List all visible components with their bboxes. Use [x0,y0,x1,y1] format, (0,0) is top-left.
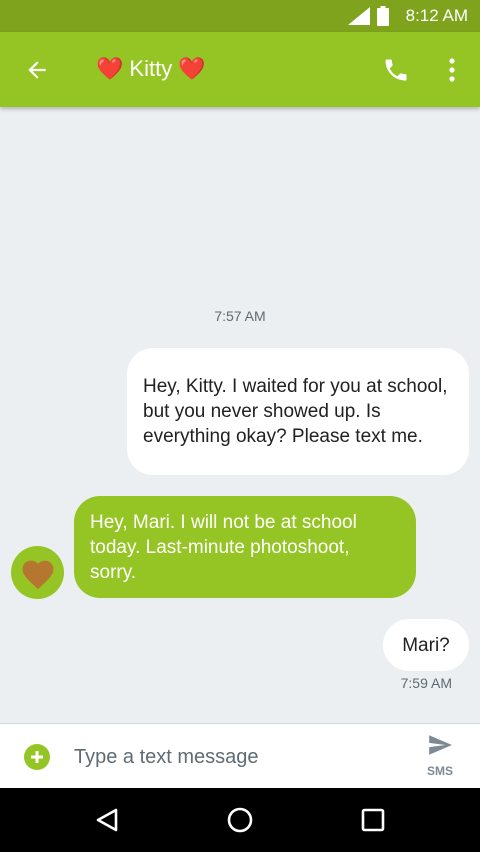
outgoing-message-bubble[interactable]: Hey, Kitty. I waited for you at school, … [127,348,469,475]
message-text: Hey, Kitty. I waited for you at school, … [143,376,448,447]
app-bar: ❤️ Kitty ❤️ [0,32,480,107]
nav-back-icon[interactable] [93,806,121,834]
battery-icon [377,6,389,26]
status-time: 8:12 AM [405,6,468,25]
heart-emoji-icon: ❤️ [178,56,206,81]
outgoing-message-bubble[interactable]: Mari? [383,619,469,671]
status-bar: 8:12 AM [0,0,480,32]
phone-icon[interactable] [382,56,410,84]
more-vert-icon[interactable] [440,56,464,84]
arrow-back-icon[interactable] [24,57,50,83]
message-text: Mari? [402,634,450,656]
message-timestamp: 7:57 AM [214,308,266,324]
heart-emoji-icon: ❤️ [96,56,124,81]
message-text: Hey, Mari. I will not be at school today… [90,511,357,583]
incoming-message-bubble[interactable]: Hey, Mari. I will not be at school today… [74,496,416,598]
message-timestamp: 7:59 AM [400,675,452,691]
message-input[interactable] [74,742,394,772]
send-icon [429,735,452,755]
send-label: SMS [426,764,453,778]
contact-avatar[interactable] [11,546,64,599]
brown-heart-icon [22,560,53,589]
nav-home-icon[interactable] [226,806,254,834]
conversation-title: ❤️ Kitty ❤️ [96,56,206,82]
add-circle-icon[interactable] [24,744,50,770]
send-button[interactable]: SMS [420,732,460,782]
system-navigation-bar [0,788,480,852]
conversation-view[interactable]: 7:57 AM Hey, Kitty. I waited for you at … [0,107,480,723]
cell-signal-icon [348,7,370,25]
nav-recents-icon[interactable] [359,806,387,834]
compose-bar: SMS [0,723,480,788]
contact-name: Kitty [129,56,173,81]
